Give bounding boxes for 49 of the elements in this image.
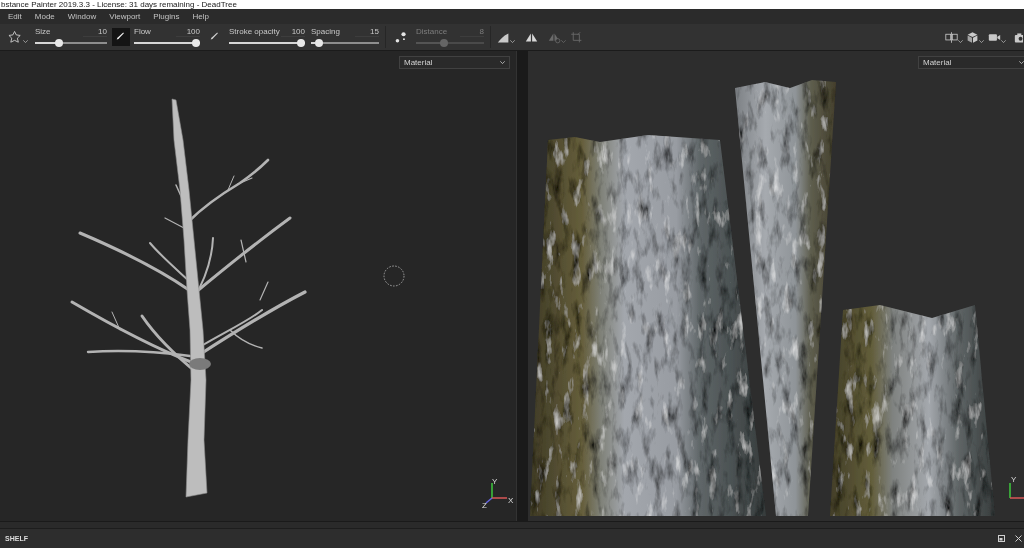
material-dropdown[interactable]: Material <box>399 56 510 69</box>
axis-label: Z <box>482 501 487 510</box>
2d-viewport[interactable]: Y Material <box>528 51 1024 521</box>
caret-icon <box>1019 61 1024 64</box>
slider-value-field[interactable]: 10 <box>83 27 107 37</box>
axis-gizmo-drawing <box>1009 482 1024 499</box>
slider-thumb[interactable] <box>192 39 200 47</box>
caret-icon <box>958 39 963 43</box>
caret-icon <box>500 61 505 64</box>
slider-label: Spacing <box>311 27 340 37</box>
axis-label: Y <box>1011 475 1017 484</box>
close-icon[interactable] <box>1015 535 1022 542</box>
slider-value-field[interactable]: 15 <box>355 27 379 37</box>
menu-item[interactable]: Viewport <box>109 11 141 22</box>
cube-icon[interactable] <box>966 30 979 44</box>
slider-thumb[interactable] <box>55 39 64 47</box>
slider-label: Flow <box>134 27 151 37</box>
3d-viewport[interactable]: Y X Z Material <box>0 51 516 521</box>
axis-label: X <box>508 496 514 505</box>
menu-item[interactable]: Plugins <box>153 11 180 22</box>
slider-value-field[interactable]: 100 <box>281 27 305 37</box>
slider-label: Stroke opacity <box>229 27 280 37</box>
restore-window-icon[interactable] <box>998 535 1005 542</box>
caret-icon <box>23 39 28 43</box>
menu-item[interactable]: Edit <box>8 11 22 22</box>
brush-cursor-icon <box>383 265 405 287</box>
slider-value-field[interactable]: 100 <box>176 27 200 37</box>
material-dropdown[interactable]: Material <box>918 56 1024 69</box>
slider-label: Distance <box>416 27 448 37</box>
menu-item[interactable]: Window <box>67 11 97 22</box>
slider-track[interactable] <box>229 39 305 47</box>
slider-thumb[interactable] <box>314 39 323 47</box>
caret-icon <box>561 39 566 43</box>
menu-item[interactable]: Mode <box>34 11 55 22</box>
axis-gizmo-drawing <box>485 482 508 504</box>
window-title: bstance Painter 2019.3.3 - License: 31 days remaining - DeadTree <box>0 0 237 9</box>
slider-thumb[interactable] <box>297 39 305 47</box>
camera-icon[interactable] <box>1014 30 1023 44</box>
slider-track[interactable] <box>134 39 200 47</box>
caret-icon <box>510 39 515 43</box>
caret-icon <box>1001 39 1006 43</box>
brush-toggle-button[interactable] <box>112 28 130 46</box>
menu-item[interactable]: Help <box>192 11 209 22</box>
star-outline-icon[interactable] <box>8 29 23 45</box>
split-view-icon[interactable] <box>945 30 958 44</box>
dots-icon[interactable] <box>395 30 408 44</box>
caret-icon <box>979 39 984 43</box>
axis-label: Y <box>492 477 498 486</box>
slider-label: Size <box>35 27 51 37</box>
